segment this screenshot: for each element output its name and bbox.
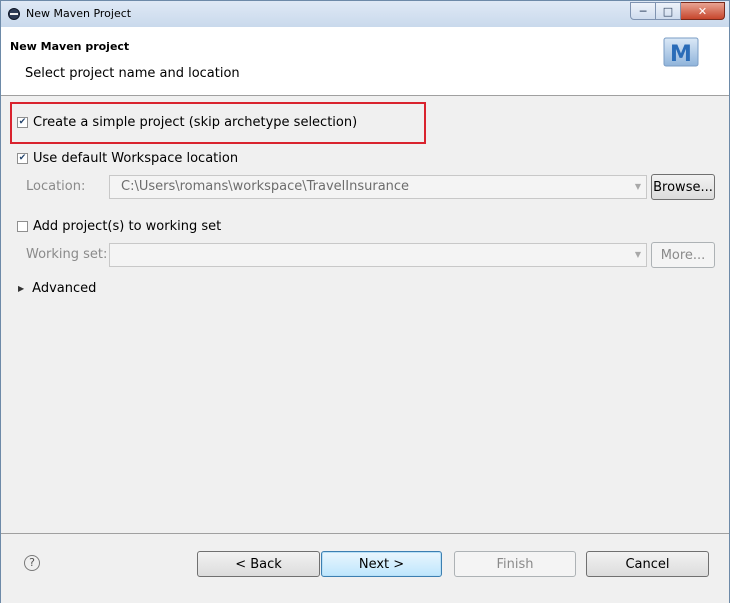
back-button[interactable]: < Back xyxy=(197,551,320,577)
working-set-checkbox[interactable] xyxy=(17,221,28,232)
working-set-toggle-label: Add project(s) to working set xyxy=(33,219,222,234)
simple-project-checkbox[interactable]: ✔ xyxy=(17,117,28,128)
advanced-section-toggle[interactable]: ▶ Advanced xyxy=(18,281,96,296)
wizard-header: New Maven project Select project name an… xyxy=(1,27,729,96)
window-title: New Maven Project xyxy=(26,7,132,20)
working-set-toggle-row[interactable]: Add project(s) to working set xyxy=(17,219,221,234)
default-workspace-row[interactable]: ✔ Use default Workspace location xyxy=(17,151,238,166)
minimize-icon: ─ xyxy=(639,4,647,18)
title-bar[interactable]: New Maven Project ─ □ ✕ xyxy=(1,1,729,27)
location-combo[interactable]: C:\Users\romans\workspace\TravelInsuranc… xyxy=(109,175,647,199)
chevron-down-icon[interactable]: ▼ xyxy=(635,176,641,198)
window-controls: ─ □ ✕ xyxy=(630,2,725,20)
default-workspace-label: Use default Workspace location xyxy=(33,151,239,166)
expand-triangle-icon[interactable]: ▶ xyxy=(18,284,24,293)
finish-button[interactable]: Finish xyxy=(454,551,576,577)
help-icon[interactable]: ? xyxy=(24,555,40,571)
maximize-button[interactable]: □ xyxy=(656,2,681,20)
location-value: C:\Users\romans\workspace\TravelInsuranc… xyxy=(121,179,410,194)
simple-project-row[interactable]: ✔ Create a simple project (skip archetyp… xyxy=(17,115,357,130)
simple-project-label: Create a simple project (skip archetype … xyxy=(33,115,358,130)
wizard-body: ✔ Create a simple project (skip archetyp… xyxy=(1,96,729,533)
close-button[interactable]: ✕ xyxy=(681,2,725,20)
working-set-label: Working set: xyxy=(26,247,108,262)
maven-logo-letter: M xyxy=(670,42,692,67)
default-workspace-checkbox[interactable]: ✔ xyxy=(17,153,28,164)
page-title: New Maven project xyxy=(10,40,130,53)
eclipse-icon xyxy=(8,8,20,20)
next-button[interactable]: Next > xyxy=(321,551,442,577)
advanced-label: Advanced xyxy=(32,281,97,296)
more-button[interactable]: More... xyxy=(651,242,715,268)
maximize-icon: □ xyxy=(662,4,674,18)
cancel-button[interactable]: Cancel xyxy=(586,551,709,577)
dialog-window: New Maven Project ─ □ ✕ New Maven projec… xyxy=(0,0,730,603)
wizard-footer: ? < Back Next > Finish Cancel xyxy=(1,533,729,603)
minimize-button[interactable]: ─ xyxy=(630,2,656,20)
maven-logo-icon: M xyxy=(663,37,699,67)
location-label: Location: xyxy=(26,179,86,194)
page-description: Select project name and location xyxy=(25,66,240,81)
close-icon: ✕ xyxy=(697,4,708,18)
chevron-down-icon[interactable]: ▼ xyxy=(635,244,641,266)
browse-button[interactable]: Browse... xyxy=(651,174,715,200)
working-set-combo[interactable]: ▼ xyxy=(109,243,647,267)
